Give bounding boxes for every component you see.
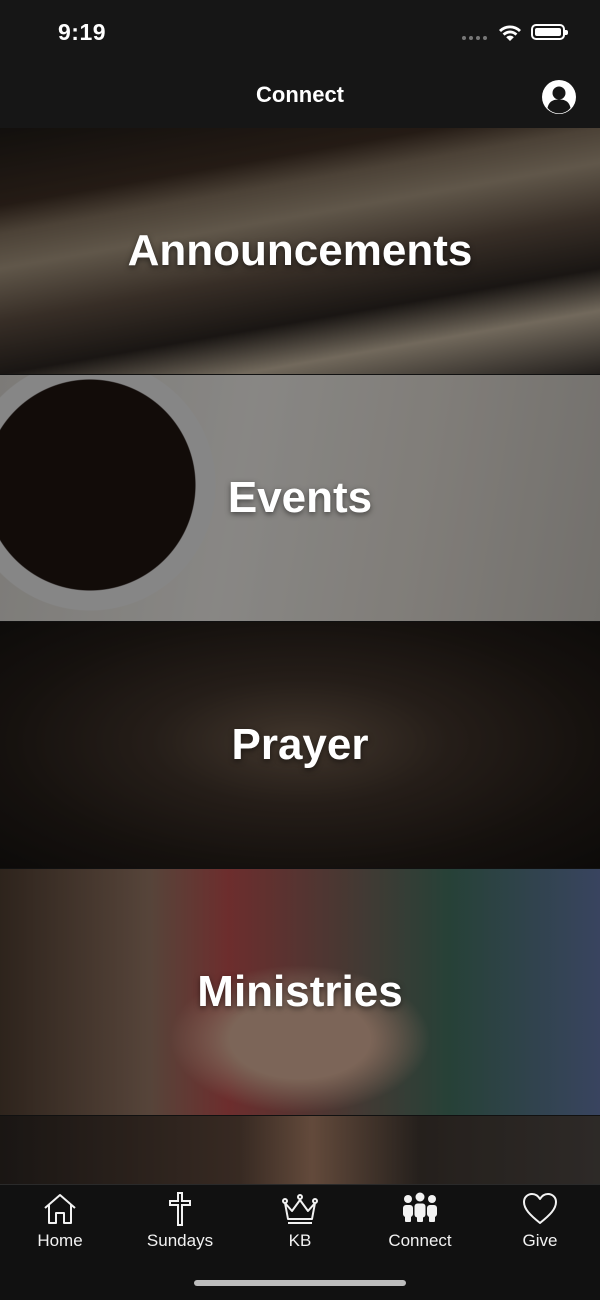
tile-events[interactable]: Events <box>0 375 600 621</box>
tile-label: Prayer <box>231 720 369 769</box>
tab-label: Give <box>522 1231 558 1250</box>
tab-give[interactable]: Give <box>480 1191 600 1261</box>
home-icon <box>44 1194 76 1224</box>
tab-home[interactable]: Home <box>0 1191 120 1261</box>
battery-icon <box>531 24 568 40</box>
tab-label: KB <box>288 1231 312 1250</box>
tab-label: Connect <box>388 1231 452 1250</box>
people-icon <box>403 1192 437 1222</box>
tile-label: Ministries <box>197 967 403 1016</box>
tile-label: Announcements <box>127 226 473 275</box>
tile-partial[interactable] <box>0 1116 600 1184</box>
tile-prayer[interactable]: Prayer <box>0 622 600 868</box>
profile-icon[interactable] <box>542 80 576 114</box>
tile-label: Events <box>227 473 373 522</box>
tab-label: Home <box>37 1231 83 1250</box>
status-bar: 9:19 <box>0 0 600 66</box>
tile-ministries[interactable]: Ministries <box>0 869 600 1115</box>
cross-icon <box>169 1192 191 1226</box>
wifi-icon <box>499 25 521 41</box>
crown-icon <box>282 1194 318 1224</box>
tile-announcements[interactable]: Announcements <box>0 128 600 374</box>
page-title: Connect <box>256 82 344 107</box>
heart-icon <box>523 1193 557 1224</box>
tab-kb[interactable]: KB <box>240 1191 360 1261</box>
cellular-signal-icon <box>462 36 490 42</box>
home-indicator <box>194 1280 406 1286</box>
connect-tile-list: Announcements Events Prayer Ministries <box>0 128 600 1184</box>
nav-bar: Connect <box>0 66 600 128</box>
tab-connect[interactable]: Connect <box>360 1191 480 1261</box>
status-time: 9:19 <box>58 19 107 45</box>
tab-sundays[interactable]: Sundays <box>120 1191 240 1261</box>
tab-label: Sundays <box>146 1231 214 1250</box>
